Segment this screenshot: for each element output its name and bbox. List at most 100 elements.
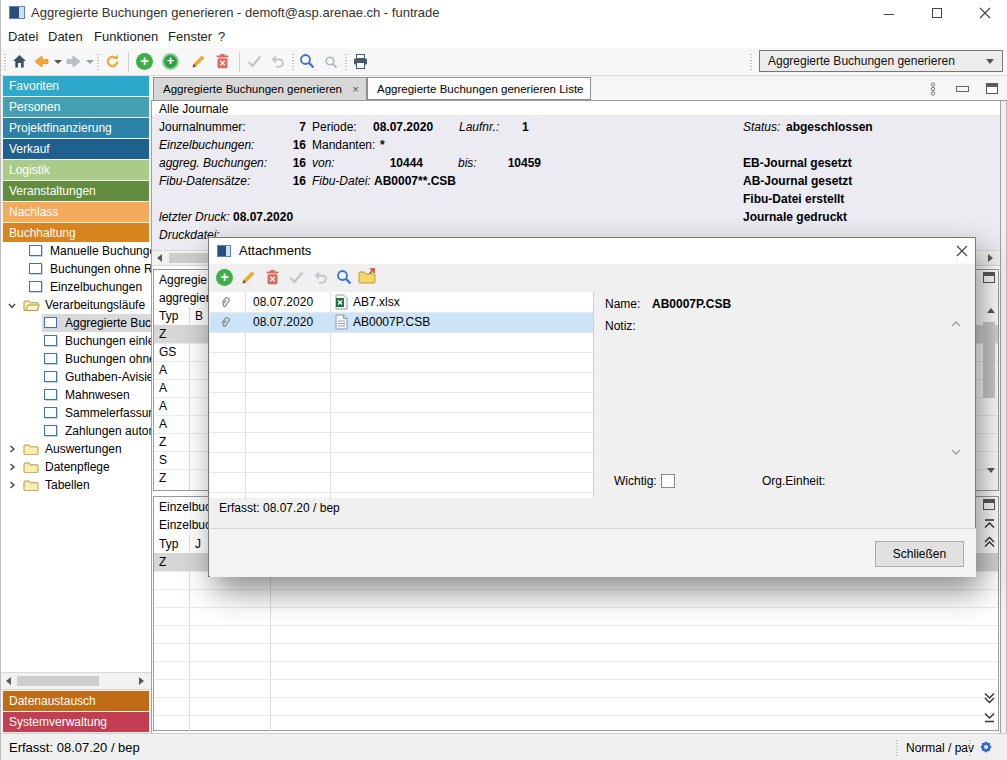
record-first-icon[interactable] <box>983 518 996 529</box>
sidebar-item-tabellen[interactable]: Tabellen <box>1 476 151 494</box>
sidebar-item-auswertungen[interactable]: Auswertungen <box>1 440 151 458</box>
panel-minimize-icon[interactable] <box>956 86 969 92</box>
menu-daten[interactable]: Daten <box>48 26 83 48</box>
statusbar-erfasst: Erfasst: 08.07.20 / bep <box>9 740 140 755</box>
chevron-collapsed-icon[interactable] <box>7 444 17 454</box>
back-history-caret[interactable] <box>54 60 62 64</box>
scrollbar-thumb[interactable] <box>17 676 99 686</box>
sidebar-item-buchungen-ohne-referenz[interactable]: Buchungen ohne Refe <box>1 260 151 278</box>
chevron-collapsed-icon[interactable] <box>7 480 17 490</box>
chevron-expanded-icon[interactable] <box>7 300 17 310</box>
sidebar-item-sammelerfassung[interactable]: Sammelerfassung S <box>1 404 151 422</box>
form-icon <box>44 389 57 400</box>
settings-gear-icon[interactable] <box>977 738 995 756</box>
panel-restore-icon[interactable] <box>986 83 998 94</box>
column-header-typ[interactable]: Typ <box>159 535 178 553</box>
schliessen-button[interactable]: Schließen <box>875 541 964 567</box>
sidebar-item-buchungen-einlesen[interactable]: Buchungen einlese <box>1 332 151 350</box>
open-folder-icon[interactable] <box>358 268 377 285</box>
chevron-collapsed-icon[interactable] <box>7 462 17 472</box>
paperclip-icon <box>218 315 233 330</box>
close-button[interactable] <box>968 1 1002 25</box>
tab-aggregierte-buchungen-generieren[interactable]: Aggregierte Buchungen generieren × <box>153 77 367 100</box>
print-icon[interactable] <box>352 53 369 70</box>
search-secondary-icon[interactable] <box>324 55 341 72</box>
search-icon[interactable] <box>336 269 353 286</box>
sidebar-item-datenpflege[interactable]: Datenpflege <box>1 458 151 476</box>
edit-icon[interactable] <box>190 53 207 70</box>
sidebar-item-mahnwesen[interactable]: Mahnwesen <box>1 386 151 404</box>
search-icon[interactable] <box>299 53 316 70</box>
delete-icon[interactable] <box>264 269 281 286</box>
confirm-icon[interactable] <box>288 269 305 286</box>
sidebar-item-manuelle-buchungen[interactable]: Manuelle Buchungen <box>1 242 151 260</box>
column-header-j[interactable]: J <box>195 535 201 553</box>
menu-datei[interactable]: Datei <box>8 26 38 48</box>
scroll-left-icon[interactable] <box>157 254 162 262</box>
record-next-page-icon[interactable] <box>983 692 996 704</box>
scrollbar-thumb[interactable] <box>983 322 995 398</box>
undo-icon[interactable] <box>269 53 286 70</box>
tab-options-kebab-icon[interactable] <box>929 82 937 96</box>
add-special-icon[interactable]: + <box>162 53 179 70</box>
attachment-row-selected[interactable]: 08.07.2020 AB0007P.CSB <box>210 312 593 332</box>
scroll-down-icon[interactable] <box>987 468 995 473</box>
scroll-right-icon[interactable] <box>988 254 993 262</box>
column-header-typ[interactable]: Typ <box>159 307 178 325</box>
menu-fenster[interactable]: Fenster <box>168 26 212 48</box>
attachment-row[interactable]: 08.07.2020 AB7.xlsx <box>210 292 593 312</box>
sidebar-group-personen[interactable]: Personen <box>3 97 149 117</box>
panel-maximize-icon[interactable] <box>983 272 995 283</box>
sidebar-group-verkauf[interactable]: Verkauf <box>3 139 149 159</box>
tab-aggregierte-buchungen-generieren-liste[interactable]: Aggregierte Buchungen generieren Liste <box>367 77 591 100</box>
record-last-icon[interactable] <box>983 712 996 723</box>
menu-help[interactable]: ? <box>218 26 225 48</box>
column-header-b[interactable]: B <box>195 307 203 325</box>
sidebar-group-veranstaltungen[interactable]: Veranstaltungen <box>3 181 149 201</box>
add-icon[interactable]: + <box>216 269 233 286</box>
panel-maximize-icon[interactable] <box>983 499 995 510</box>
record-prev-page-icon[interactable] <box>983 536 996 548</box>
menu-funktionen[interactable]: Funktionen <box>94 26 158 48</box>
sidebar-item-guthaben-avisierung[interactable]: Guthaben-Avisierun <box>1 368 151 386</box>
sidebar-group-favoriten[interactable]: Favoriten <box>3 76 149 96</box>
erfasst-text: Erfasst: 08.07.20 / bep <box>219 501 340 515</box>
scope-dropdown[interactable]: Aggregierte Buchungen generieren <box>759 50 1003 72</box>
sidebar-group-buchhaltung[interactable]: Buchhaltung <box>3 223 149 243</box>
dialog-close-icon[interactable] <box>947 238 977 264</box>
sidebar-item-verarbeitungslaeufe[interactable]: Verarbeitungsläufe <box>1 296 151 314</box>
sidebar-group-datenaustausch[interactable]: Datenaustausch <box>3 691 149 711</box>
cell-typ: Z <box>154 471 166 485</box>
scroll-right-icon[interactable] <box>139 677 144 685</box>
back-icon[interactable] <box>33 53 50 70</box>
confirm-icon[interactable] <box>246 53 263 70</box>
undo-icon[interactable] <box>312 269 329 286</box>
scroll-left-icon[interactable] <box>6 677 11 685</box>
home-icon[interactable] <box>11 53 28 70</box>
notiz-scroll-down-icon[interactable] <box>950 448 962 456</box>
laufnr-value: 1 <box>522 118 529 136</box>
status-value: abgeschlossen <box>786 118 873 136</box>
sidebar-group-systemverwaltung[interactable]: Systemverwaltung <box>3 712 149 732</box>
wichtig-checkbox[interactable] <box>661 474 675 488</box>
maximize-button[interactable] <box>920 1 954 25</box>
sidebar-group-logistik[interactable]: Logistik <box>3 160 149 180</box>
sidebar-item-zahlungen-automatisch[interactable]: Zahlungen automat <box>1 422 151 440</box>
add-icon[interactable]: + <box>136 53 153 70</box>
refresh-icon[interactable] <box>104 53 121 70</box>
forward-icon[interactable] <box>65 53 82 70</box>
delete-icon[interactable] <box>214 53 231 70</box>
sidebar-item-einzelbuchungen[interactable]: Einzelbuchungen <box>1 278 151 296</box>
dialog-title: Attachments <box>239 238 311 264</box>
forward-history-caret[interactable] <box>86 60 94 64</box>
sidebar-group-nachlass[interactable]: Nachlass <box>3 202 149 222</box>
sidebar-item-aggregierte-buchungen[interactable]: Aggregierte Buchun <box>1 314 151 332</box>
sidebar-item-buchungen-ohne-r[interactable]: Buchungen ohne R <box>1 350 151 368</box>
sidebar-horizontal-scrollbar[interactable] <box>1 672 151 690</box>
minimize-button[interactable] <box>872 1 906 25</box>
notiz-scroll-up-icon[interactable] <box>950 320 962 328</box>
tab-close-icon[interactable]: × <box>352 78 359 100</box>
sidebar-group-projektfinanzierung[interactable]: Projektfinanzierung <box>3 118 149 138</box>
edit-icon[interactable] <box>240 269 257 286</box>
scroll-up-icon[interactable] <box>987 308 995 313</box>
